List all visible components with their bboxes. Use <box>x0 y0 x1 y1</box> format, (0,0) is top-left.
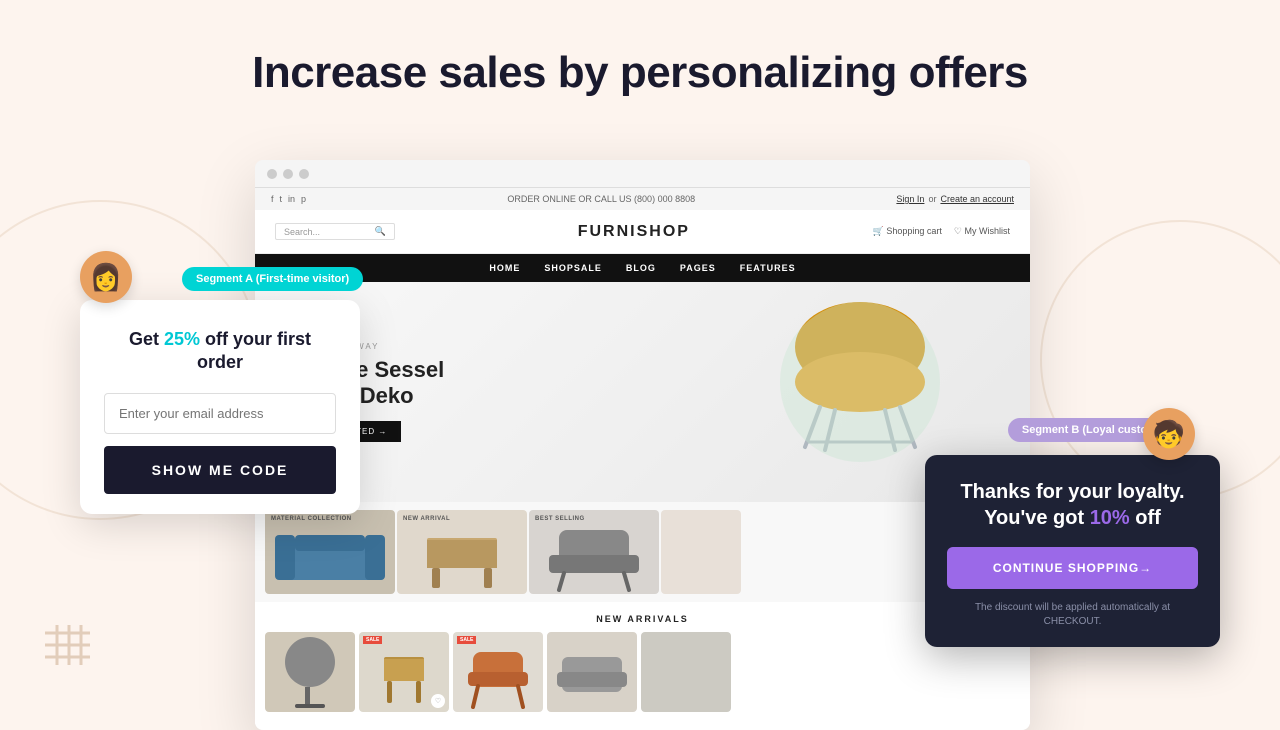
sale-badge-2: SALE <box>457 636 476 644</box>
arrival-card-2: SALE <box>453 632 543 712</box>
product-card-0: MATERIAL COLLECTION <box>265 510 395 594</box>
browser-topbar <box>255 160 1030 188</box>
twitter-icon: t <box>280 194 283 204</box>
product-chair2-svg <box>529 510 659 594</box>
segment-a-avatar: 👩 <box>80 251 132 303</box>
arrival-card-1: SALE ♡ <box>359 632 449 712</box>
segment-b-container: Segment B (Loyal customer) 🧒 <box>1008 418 1185 442</box>
popup-a-email-input[interactable] <box>104 393 336 434</box>
or-text: or <box>928 194 936 204</box>
create-account-link[interactable]: Create an account <box>940 194 1014 204</box>
nav-home[interactable]: HOME <box>489 263 520 273</box>
furnishop-site: f t in p ORDER ONLINE OR CALL US (800) 0… <box>255 188 1030 730</box>
social-icons: f t in p <box>271 194 306 204</box>
furnishop-header: Search... 🔍 FURNISHOP 🛒 Shopping cart ♡ … <box>255 210 1030 254</box>
furnishop-actions: 🛒 Shopping cart ♡ My Wishlist <box>873 226 1010 237</box>
wishlist-icon[interactable]: ♡ My Wishlist <box>954 226 1010 237</box>
arrival-card-3 <box>547 632 637 712</box>
arrival-stool-svg <box>265 632 355 712</box>
arrival-card-0 <box>265 632 355 712</box>
announcement-text: ORDER ONLINE OR CALL US (800) 000 8808 <box>507 194 695 204</box>
popup-a-title: Get 25% off your first order <box>104 328 336 375</box>
arrivals-row: SALE ♡ SALE <box>265 632 1020 712</box>
product-table-svg <box>397 510 527 594</box>
popup-b-footer: The discount will be applied automatical… <box>947 601 1198 629</box>
chair-bg-circle <box>780 302 940 462</box>
nav-shopsale[interactable]: SHOPSALE <box>544 263 602 273</box>
furnishop-search[interactable]: Search... 🔍 <box>275 223 395 240</box>
segment-b-popup: Thanks for your loyalty. You've got 10% … <box>925 455 1220 647</box>
wishlist-btn-1[interactable]: ♡ <box>431 694 445 708</box>
segment-a-container: 👩 Segment A (First-time visitor) <box>80 255 363 303</box>
product-label-0: MATERIAL COLLECTION <box>271 516 352 522</box>
new-arrivals-title: NEW ARRIVALS <box>265 614 1020 624</box>
facebook-icon: f <box>271 194 274 204</box>
instagram-icon: in <box>288 194 295 204</box>
nav-pages[interactable]: PAGES <box>680 263 716 273</box>
pinterest-icon: p <box>301 194 306 204</box>
product-card-1: NEW ARRIVAL <box>397 510 527 594</box>
nav-features[interactable]: FEATURES <box>740 263 796 273</box>
page-heading: Increase sales by personalizing offers <box>0 0 1280 130</box>
arrival-grey-svg <box>547 632 637 712</box>
arrival-card-4 <box>641 632 731 712</box>
furnishop-nav: HOME SHOPSALE BLOG PAGES FEATURES <box>255 254 1030 282</box>
new-arrivals-section: NEW ARRIVALS SALE <box>255 602 1030 724</box>
hash-marks <box>45 625 90 665</box>
browser-dot-1 <box>267 169 277 179</box>
popup-a-cta-button[interactable]: SHOW ME CODE <box>104 446 336 494</box>
sign-in-link[interactable]: Sign In <box>896 194 924 204</box>
hero-chair <box>770 292 950 492</box>
popup-b-cta-button[interactable]: CONTINUE SHOPPING→ <box>947 547 1198 589</box>
segment-a-popup: Get 25% off your first order SHOW ME COD… <box>80 300 360 514</box>
segment-a-label: Segment A (First-time visitor) <box>182 267 363 291</box>
products-row: MATERIAL COLLECTION NEW ARRIVAL <box>255 502 1030 602</box>
segment-b-avatar: 🧒 <box>1143 408 1195 460</box>
nav-blog[interactable]: BLOG <box>626 263 656 273</box>
browser-dot-2 <box>283 169 293 179</box>
product-card-2: BEST SELLING <box>529 510 659 594</box>
product-label-2: BEST SELLING <box>535 516 585 522</box>
cart-icon[interactable]: 🛒 Shopping cart <box>873 226 942 237</box>
search-icon[interactable]: 🔍 <box>375 226 386 237</box>
hero-section: THE HARD WAY oderne Sessel eutch Deko GE… <box>255 282 1030 502</box>
announcement-bar: f t in p ORDER ONLINE OR CALL US (800) 0… <box>255 188 1030 210</box>
product-sofa-svg <box>265 510 395 594</box>
product-card-3 <box>661 510 741 594</box>
search-text: Search... <box>284 227 375 237</box>
popup-b-title: Thanks for your loyalty. You've got 10% … <box>947 479 1198 531</box>
browser-dot-3 <box>299 169 309 179</box>
furnishop-logo: FURNISHOP <box>578 223 690 241</box>
auth-links: Sign In or Create an account <box>896 194 1014 204</box>
sale-badge-1: SALE <box>363 636 382 644</box>
arrival-chair-svg <box>453 632 543 712</box>
product-label-1: NEW ARRIVAL <box>403 516 450 522</box>
browser-mockup: f t in p ORDER ONLINE OR CALL US (800) 0… <box>255 160 1030 730</box>
